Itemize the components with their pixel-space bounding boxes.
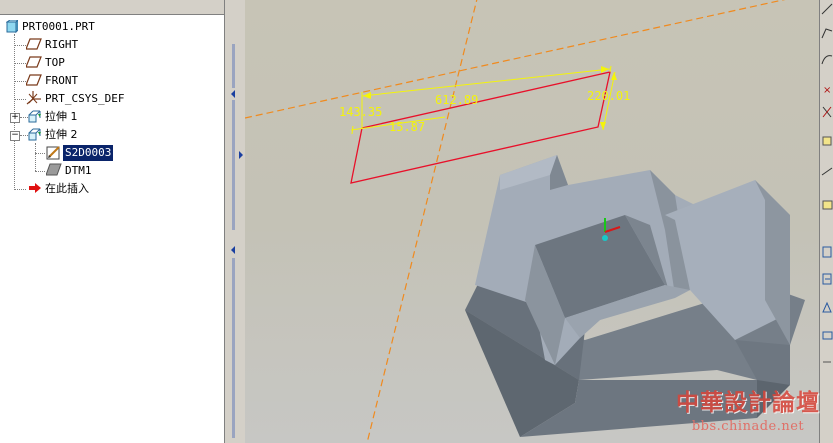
tree-connector	[35, 171, 45, 172]
tree-item-label: DTM1	[65, 164, 92, 177]
datum-plane-icon	[26, 74, 42, 86]
tree-item-root[interactable]: PRT0001.PRT	[6, 19, 97, 35]
part-icon	[6, 20, 18, 33]
dimension-tool-icon[interactable]	[821, 245, 833, 259]
sketch-toolbar: ×	[819, 0, 833, 443]
model-tree-panel: PRT0001.PRT RIGHT TOP FRONT PRT_CSYS_DEF	[0, 0, 224, 443]
tree-connector	[35, 153, 45, 154]
rectangle-tool-icon[interactable]	[821, 26, 833, 40]
tree-item-dtm1[interactable]: DTM1	[46, 163, 94, 179]
datum-axis-line	[245, 0, 786, 119]
graphics-viewport[interactable]: 143.35 612.89 220.01 15.87	[245, 0, 819, 443]
watermark-title: 中華設計論壇	[676, 389, 820, 416]
tree-connector	[35, 143, 36, 171]
dimension-612-89[interactable]: 612.89	[435, 93, 478, 107]
model-view[interactable]: 143.35 612.89 220.01 15.87	[245, 0, 819, 443]
trim-tool-icon[interactable]	[821, 105, 833, 119]
text-tool-icon[interactable]	[821, 300, 833, 314]
tree-item-front-datum-plane[interactable]: FRONT	[26, 73, 80, 89]
tree-item-label: RIGHT	[45, 38, 79, 51]
done-sketch-icon[interactable]	[821, 328, 833, 342]
tree-item-label: FRONT	[45, 74, 79, 87]
tree-connector	[20, 117, 28, 118]
mirror-tool-icon[interactable]	[821, 165, 833, 179]
tree-connector	[14, 81, 26, 82]
dimension-220-01[interactable]: 220.01	[587, 89, 630, 103]
forum-watermark: 中華設計論壇 bbs.chinade.net	[676, 388, 820, 440]
datum-plane-icon	[26, 56, 42, 68]
dimension-15-87[interactable]: 15.87	[389, 120, 425, 134]
splitter-sash[interactable]	[232, 100, 235, 230]
datum-axis-line	[366, 0, 478, 443]
splitter-sash[interactable]	[232, 44, 235, 88]
dimension-texts: 143.35 612.89 220.01 15.87	[339, 89, 630, 134]
point-tool-icon[interactable]: ×	[821, 82, 833, 96]
sketch-icon	[46, 146, 60, 160]
coordinate-system-icon	[26, 91, 41, 105]
palette-tool-icon[interactable]	[821, 198, 833, 212]
tree-item-extrude-2[interactable]: 拉伸 2	[28, 127, 80, 143]
modify-tool-icon[interactable]	[821, 134, 833, 148]
tree-connector	[14, 99, 26, 100]
panel-splitter[interactable]	[224, 0, 245, 443]
expand-right-icon[interactable]	[239, 151, 243, 159]
collapse-left-icon[interactable]	[231, 246, 235, 254]
tree-item-top-datum-plane[interactable]: TOP	[26, 55, 67, 71]
tree-item-label: PRT_CSYS_DEF	[45, 92, 125, 105]
tree-item-label: 在此插入	[45, 182, 89, 195]
collapse-toggle[interactable]: −	[10, 131, 20, 141]
tree-item-insert-here[interactable]: 在此插入	[28, 181, 91, 197]
collapse-left-icon[interactable]	[231, 90, 235, 98]
insert-arrow-icon	[29, 183, 41, 193]
tree-connector	[14, 63, 26, 64]
tree-item-label: TOP	[45, 56, 65, 69]
tree-item-right-datum-plane[interactable]: RIGHT	[26, 37, 80, 53]
tree-connector	[14, 45, 26, 46]
svg-text:×: ×	[823, 85, 831, 96]
dimension-143-35[interactable]: 143.35	[339, 105, 382, 119]
tree-connector	[20, 135, 28, 136]
datum-plane-icon	[26, 38, 42, 50]
tree-item-root-label: PRT0001.PRT	[22, 20, 95, 33]
tree-item-csys[interactable]: PRT_CSYS_DEF	[26, 91, 126, 107]
splitter-sash[interactable]	[232, 258, 235, 438]
tree-item-sketch-s2d0003[interactable]: S2D0003	[46, 145, 114, 161]
tree-item-label: 拉伸 1	[45, 110, 78, 123]
more-tools-icon[interactable]	[821, 355, 833, 369]
expand-toggle[interactable]: +	[10, 113, 20, 123]
extrude-feature-icon	[28, 110, 41, 123]
line-tool-icon[interactable]	[821, 2, 833, 16]
tree-item-label: 拉伸 2	[45, 128, 78, 141]
watermark-url: bbs.chinade.net	[691, 419, 805, 434]
extrude-feature-icon	[28, 128, 41, 141]
constraint-tool-icon[interactable]	[821, 272, 833, 286]
tree-connector	[14, 189, 26, 190]
arc-tool-icon[interactable]	[821, 52, 833, 66]
datum-plane-icon	[46, 163, 62, 176]
tree-item-label: S2D0003	[63, 145, 114, 161]
tree-item-extrude-1[interactable]: 拉伸 1	[28, 109, 80, 125]
model-tree-header-bar	[0, 0, 224, 15]
